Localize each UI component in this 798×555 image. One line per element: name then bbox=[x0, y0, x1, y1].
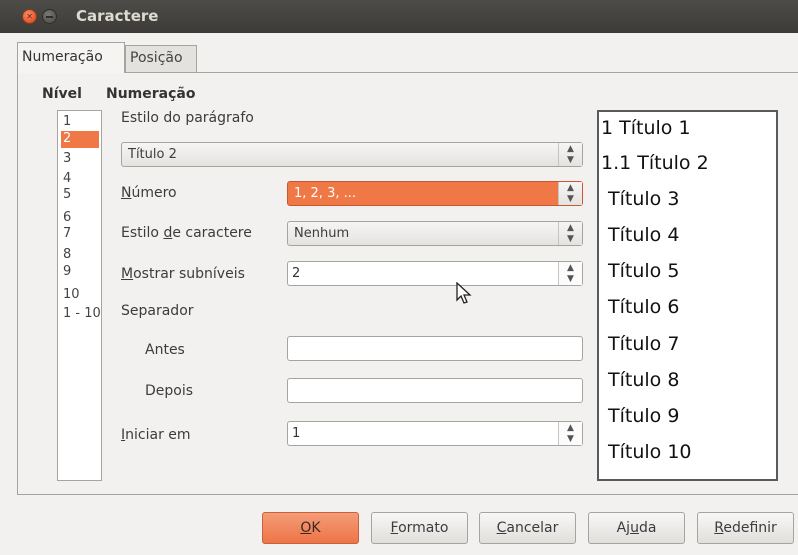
separator-label: Separador bbox=[121, 303, 194, 319]
preview-line: 1.1 Título 2 bbox=[601, 152, 709, 174]
title-bar: Caractere bbox=[0, 0, 798, 33]
spin-arrows-icon[interactable]: ▲ ▼ bbox=[558, 222, 582, 245]
number-label: Número bbox=[121, 185, 177, 201]
paragraph-style-value: Título 2 bbox=[128, 147, 177, 162]
level-item[interactable]: 3 bbox=[61, 151, 99, 166]
minimize-icon[interactable] bbox=[42, 9, 57, 24]
numbering-header: Numeração bbox=[106, 86, 196, 102]
start-at-spinner[interactable]: 1 ▲ ▼ bbox=[287, 421, 583, 446]
after-input[interactable] bbox=[287, 378, 583, 403]
cancel-button[interactable]: Cancelar bbox=[479, 512, 576, 544]
tab-position[interactable]: Posição bbox=[125, 45, 197, 72]
level-item[interactable]: 6 bbox=[61, 210, 99, 225]
spin-arrows-icon[interactable]: ▲ ▼ bbox=[558, 422, 582, 445]
before-input[interactable] bbox=[287, 336, 583, 361]
mouse-cursor-icon bbox=[456, 282, 472, 304]
level-item[interactable]: 4 bbox=[61, 171, 99, 186]
char-style-value: Nenhum bbox=[294, 226, 350, 241]
preview-line: Título 6 bbox=[608, 296, 680, 318]
char-style-label: Estilo de caractere bbox=[121, 225, 252, 241]
char-style-combo[interactable]: Nenhum ▲ ▼ bbox=[287, 221, 583, 246]
help-button[interactable]: Ajuda bbox=[588, 512, 685, 544]
preview-line: 1 Título 1 bbox=[601, 117, 691, 139]
preview-line: Título 3 bbox=[608, 188, 680, 210]
window-title: Caractere bbox=[76, 7, 159, 25]
show-sublevels-label: Mostrar subníveis bbox=[121, 266, 245, 282]
level-item-selected[interactable]: 2 bbox=[61, 131, 99, 148]
preview-pane: 1 Título 1 1.1 Título 2 Título 3 Título … bbox=[597, 110, 778, 481]
level-item[interactable]: 8 bbox=[61, 247, 99, 262]
preview-line: Título 4 bbox=[608, 224, 680, 246]
tab-numbering[interactable]: Numeração bbox=[17, 42, 125, 73]
format-button[interactable]: Formato bbox=[371, 512, 468, 544]
level-item[interactable]: 9 bbox=[61, 264, 99, 279]
ok-button[interactable]: OK bbox=[262, 512, 359, 544]
preview-line: Título 9 bbox=[608, 405, 680, 427]
level-list[interactable]: 1 2 3 4 5 6 7 8 9 10 1 - 10 bbox=[57, 110, 102, 481]
preview-line: Título 7 bbox=[608, 333, 680, 355]
preview-line: Título 5 bbox=[608, 260, 680, 282]
paragraph-style-label: Estilo do parágrafo bbox=[121, 110, 254, 126]
spin-arrows-icon[interactable]: ▲ ▼ bbox=[558, 182, 582, 205]
level-item[interactable]: 7 bbox=[61, 226, 99, 241]
before-label: Antes bbox=[145, 342, 185, 358]
close-icon[interactable] bbox=[22, 9, 37, 24]
show-sublevels-spinner[interactable]: 2 ▲ ▼ bbox=[287, 261, 583, 286]
number-combo[interactable]: 1, 2, 3, ... ▲ ▼ bbox=[287, 181, 583, 206]
after-label: Depois bbox=[145, 383, 194, 399]
reset-button[interactable]: Redefinir bbox=[697, 512, 794, 544]
start-at-label: Iniciar em bbox=[121, 427, 191, 443]
level-item[interactable]: 1 bbox=[61, 114, 99, 129]
level-item[interactable]: 5 bbox=[61, 187, 99, 202]
preview-line: Título 10 bbox=[608, 441, 692, 463]
spin-arrows-icon[interactable]: ▲ ▼ bbox=[558, 143, 582, 166]
level-item[interactable]: 10 bbox=[61, 287, 99, 302]
show-sublevels-value: 2 bbox=[292, 266, 301, 281]
start-at-value: 1 bbox=[292, 426, 301, 441]
spin-arrows-icon[interactable]: ▲ ▼ bbox=[558, 262, 582, 285]
number-value: 1, 2, 3, ... bbox=[294, 186, 357, 201]
level-header: Nível bbox=[42, 86, 82, 102]
level-item[interactable]: 1 - 10 bbox=[61, 306, 105, 321]
preview-line: Título 8 bbox=[608, 369, 680, 391]
paragraph-style-combo[interactable]: Título 2 ▲ ▼ bbox=[121, 142, 583, 167]
